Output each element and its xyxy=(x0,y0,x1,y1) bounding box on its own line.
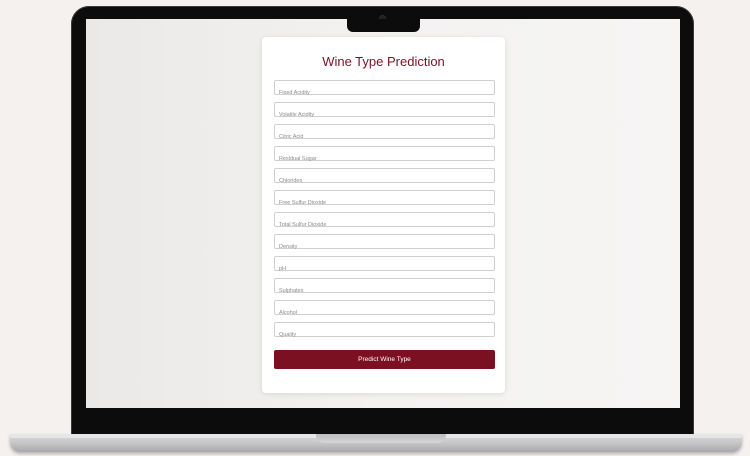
field-free-sulfur-dioxide xyxy=(274,190,495,210)
form-title: Wine Type Prediction xyxy=(322,54,445,69)
sulphates-input[interactable] xyxy=(275,284,494,298)
field-residual-sugar xyxy=(274,146,495,166)
bottom-bezel xyxy=(86,408,680,420)
field-ph xyxy=(274,256,495,276)
citric-acid-input[interactable] xyxy=(275,130,494,144)
volatile-acidity-input[interactable] xyxy=(275,108,494,122)
field-volatile-acidity xyxy=(274,102,495,122)
laptop-base xyxy=(10,434,742,452)
field-fixed-acidity xyxy=(274,80,495,100)
laptop-screen: Wine Type Prediction Fixed Acidity Volat… xyxy=(86,19,680,408)
predict-wine-type-button[interactable]: Predict Wine Type xyxy=(274,350,495,369)
fixed-acidity-input[interactable] xyxy=(275,86,494,100)
field-sulphates xyxy=(274,278,495,298)
field-quality xyxy=(274,322,495,342)
trackpad-notch xyxy=(316,434,446,443)
screen-notch xyxy=(347,19,420,32)
field-alcohol xyxy=(274,300,495,320)
field-citric-acid xyxy=(274,124,495,144)
total-sulfur-dioxide-input[interactable] xyxy=(275,218,494,232)
density-input[interactable] xyxy=(275,240,494,254)
quality-input[interactable] xyxy=(275,328,494,342)
field-total-sulfur-dioxide xyxy=(274,212,495,232)
ph-input[interactable] xyxy=(275,262,494,276)
alcohol-input[interactable] xyxy=(275,306,494,320)
residual-sugar-input[interactable] xyxy=(275,152,494,166)
free-sulfur-dioxide-input[interactable] xyxy=(275,196,494,210)
wine-prediction-form: Wine Type Prediction Fixed Acidity Volat… xyxy=(262,37,505,393)
chlorides-input[interactable] xyxy=(275,174,494,188)
field-density xyxy=(274,234,495,254)
field-chlorides xyxy=(274,168,495,188)
